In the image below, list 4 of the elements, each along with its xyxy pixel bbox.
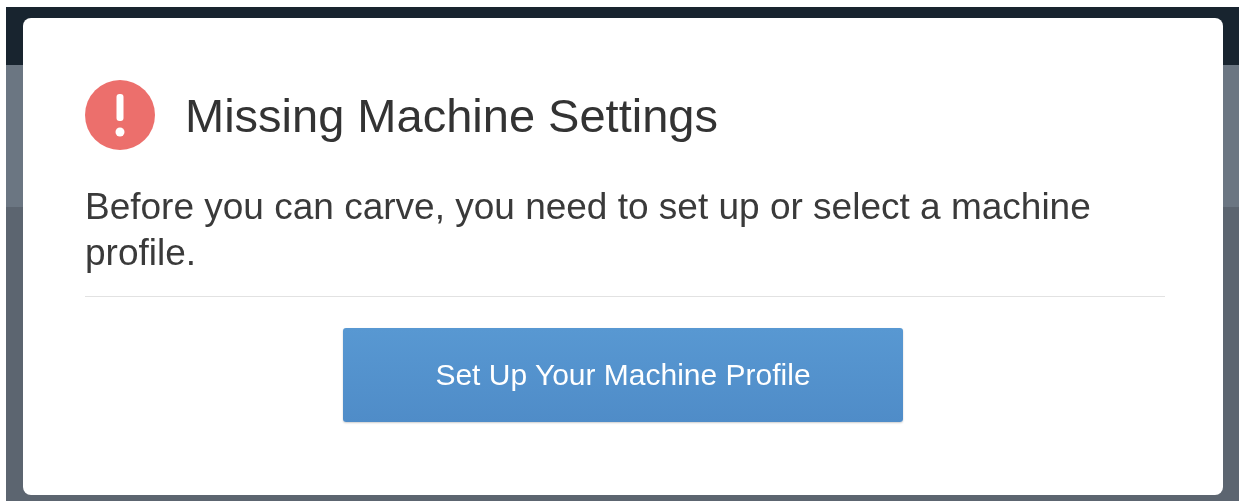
dialog-message: Before you can carve, you need to set up or select a machine profile. (85, 185, 1092, 275)
warning-icon (85, 80, 155, 150)
setup-profile-button[interactable]: Set Up Your Machine Profile (343, 328, 903, 422)
dialog-title: Missing Machine Settings (185, 87, 718, 143)
